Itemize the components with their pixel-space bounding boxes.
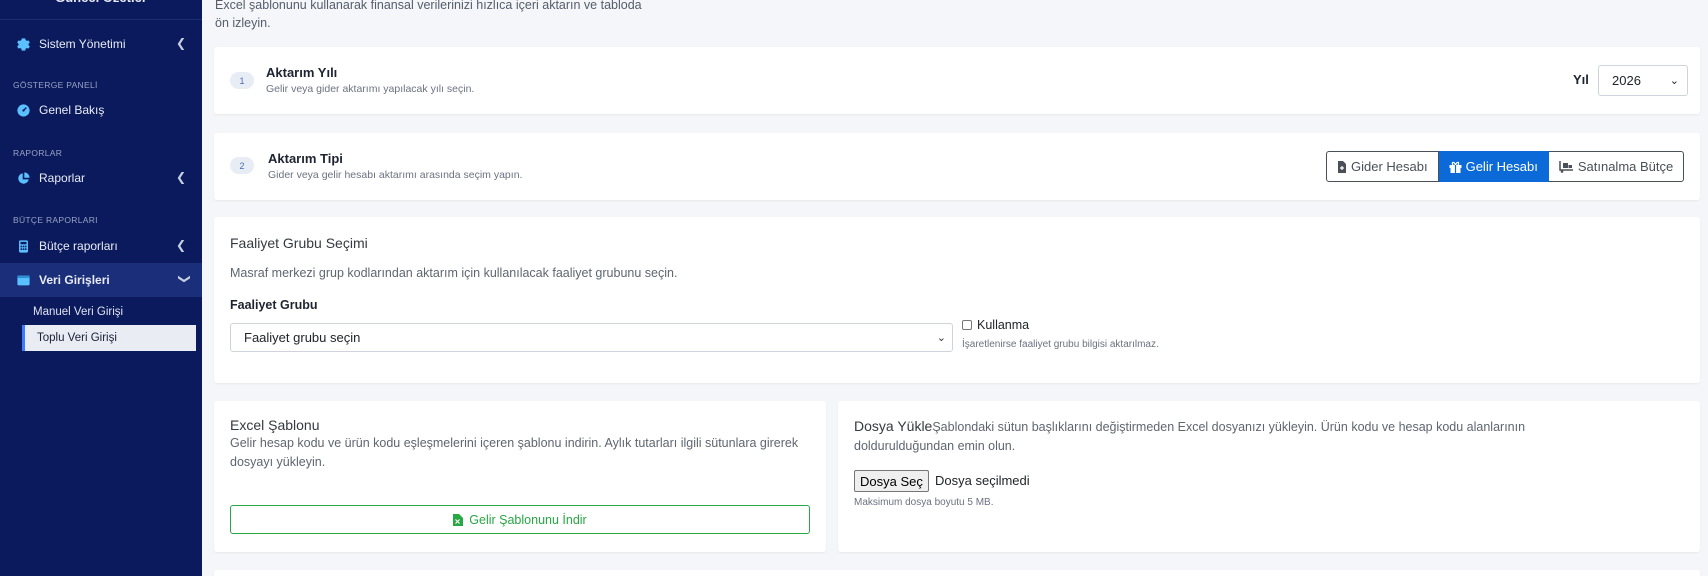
sidebar-item-genel-bakis[interactable]: Genel Bakış (0, 93, 202, 127)
faaliyet-grubu-card: Faaliyet Grubu Seçimi Masraf merkezi gru… (214, 217, 1700, 383)
section-title: Excel Şablonu (230, 417, 320, 433)
sidebar-brand: Güncel Özetler (0, 0, 202, 20)
max-file-size-note: Maksimum dosya boyutu 5 MB. (854, 497, 994, 508)
faaliyet-grubu-select[interactable]: Faaliyet grubu seçin ⌄ (230, 323, 953, 352)
dashboard-icon (16, 103, 30, 117)
upload-header: Dosya YükleŞablondaki sütun başlıklarını… (854, 417, 1594, 456)
step-number-badge: 2 (230, 157, 254, 174)
chevron-left-icon: ❮ (175, 36, 186, 50)
section-description: Masraf merkezi grup kodlarından aktarım … (230, 266, 678, 280)
kullanma-checkbox[interactable] (962, 320, 972, 330)
pie-chart-icon (16, 171, 30, 185)
sidebar-item-label: Sistem Yönetimi (39, 37, 126, 51)
nav-header-raporlar: RAPORLAR (13, 148, 63, 158)
dolly-icon (1559, 160, 1573, 173)
sidebar-item-label: Bütçe raporları (39, 239, 118, 253)
satinalma-butce-button[interactable]: Satınalma Bütçe (1548, 151, 1685, 182)
sidebar-item-label: Genel Bakış (39, 103, 105, 117)
faaliyet-grubu-label: Faaliyet Grubu (230, 298, 318, 312)
chevron-left-icon: ❮ (175, 170, 186, 184)
section-title: Faaliyet Grubu Seçimi (230, 235, 368, 251)
sidebar-item-sistem-yonetimi[interactable]: Sistem Yönetimi ❮ (0, 27, 202, 61)
main-content: Excel şablonunu kullanarak finansal veri… (202, 0, 1708, 576)
page-intro-text: Excel şablonunu kullanarak finansal veri… (215, 0, 642, 30)
download-template-label: Gelir Şablonunu İndir (469, 512, 587, 527)
file-status-text: Dosya seçilmedi (935, 473, 1030, 488)
gelir-hesabi-label: Gelir Hesabı (1465, 159, 1538, 174)
gift-icon (1449, 161, 1462, 173)
excel-sablonu-card: Excel Şablonu Gelir hesap kodu ve ürün k… (214, 401, 826, 552)
step-description: Gelir veya gider aktarımı yapılacak yılı… (266, 83, 475, 95)
chevron-left-icon: ❮ (175, 238, 186, 252)
section-description: Gelir hesap kodu ve ürün kodu eşleşmeler… (230, 436, 799, 469)
sidebar-item-label: Raporlar (39, 171, 86, 185)
file-plus-icon (1338, 160, 1346, 173)
gear-icon (16, 37, 30, 51)
gider-hesabi-label: Gider Hesabı (1351, 159, 1428, 174)
file-excel-icon (453, 513, 464, 526)
year-label: Yıl (1573, 72, 1589, 87)
sidebar-item-raporlar[interactable]: Raporlar ❮ (0, 161, 202, 195)
sidebar: Güncel Özetler Sistem Yönetimi ❮ GÖSTERG… (0, 0, 202, 576)
sidebar-item-veri-girisleri[interactable]: Veri Girişleri ❮ (0, 263, 202, 297)
kullanma-checkbox-label: Kullanma (977, 318, 1030, 332)
file-choose-button[interactable]: Dosya Seç (854, 470, 929, 492)
gelir-hesabi-button[interactable]: Gelir Hesabı (1438, 151, 1549, 182)
step-description: Gider veya gelir hesabı aktarımı arasınd… (268, 169, 523, 181)
sidebar-subitem-manuel-veri-girisi[interactable]: Manuel Veri Girişi (22, 299, 196, 325)
year-select[interactable]: 2026 ⌄ (1598, 65, 1688, 96)
window-icon (16, 273, 30, 287)
chevron-down-icon: ⌄ (1669, 75, 1679, 87)
satinalma-butce-label: Satınalma Bütçe (1577, 159, 1674, 174)
sidebar-item-label: Veri Girişleri (39, 273, 110, 287)
dosya-yukle-card: Dosya YükleŞablondaki sütun başlıklarını… (838, 401, 1700, 552)
step-number-badge: 1 (230, 72, 254, 89)
year-select-value: 2026 (1612, 73, 1641, 88)
nav-header-butce: BÜTÇE RAPORLARI (13, 215, 98, 225)
calculator-icon (16, 239, 30, 253)
step-type-card: 2 Aktarım Tipi Gider veya gelir hesabı a… (214, 133, 1700, 200)
section-title: Dosya Yükle (854, 418, 933, 434)
step-title: Aktarım Tipi (268, 151, 343, 166)
sidebar-subitem-toplu-veri-girisi[interactable]: Toplu Veri Girişi (22, 325, 196, 351)
next-card (214, 570, 1700, 576)
transfer-type-button-group: Gider Hesabı Gelir Hesabı Satınalma Bütç… (1326, 151, 1685, 182)
step-title: Aktarım Yılı (266, 65, 338, 80)
chevron-down-icon: ❮ (175, 273, 190, 285)
chevron-down-icon: ⌄ (936, 332, 946, 344)
nav-header-gosterge: GÖSTERGE PANELİ (13, 80, 98, 90)
sidebar-item-butce-raporlari[interactable]: Bütçe raporları ❮ (0, 229, 202, 263)
kullanma-checkbox-note: İşaretlenirse faaliyet grubu bilgisi akt… (962, 339, 1159, 350)
faaliyet-grubu-select-value: Faaliyet grubu seçin (244, 330, 361, 345)
section-description: Şablondaki sütun başlıklarını değiştirme… (854, 420, 1526, 453)
download-template-button[interactable]: Gelir Şablonunu İndir (230, 505, 810, 534)
gider-hesabi-button[interactable]: Gider Hesabı (1326, 151, 1439, 182)
step-year-card: 1 Aktarım Yılı Gelir veya gider aktarımı… (214, 47, 1700, 114)
